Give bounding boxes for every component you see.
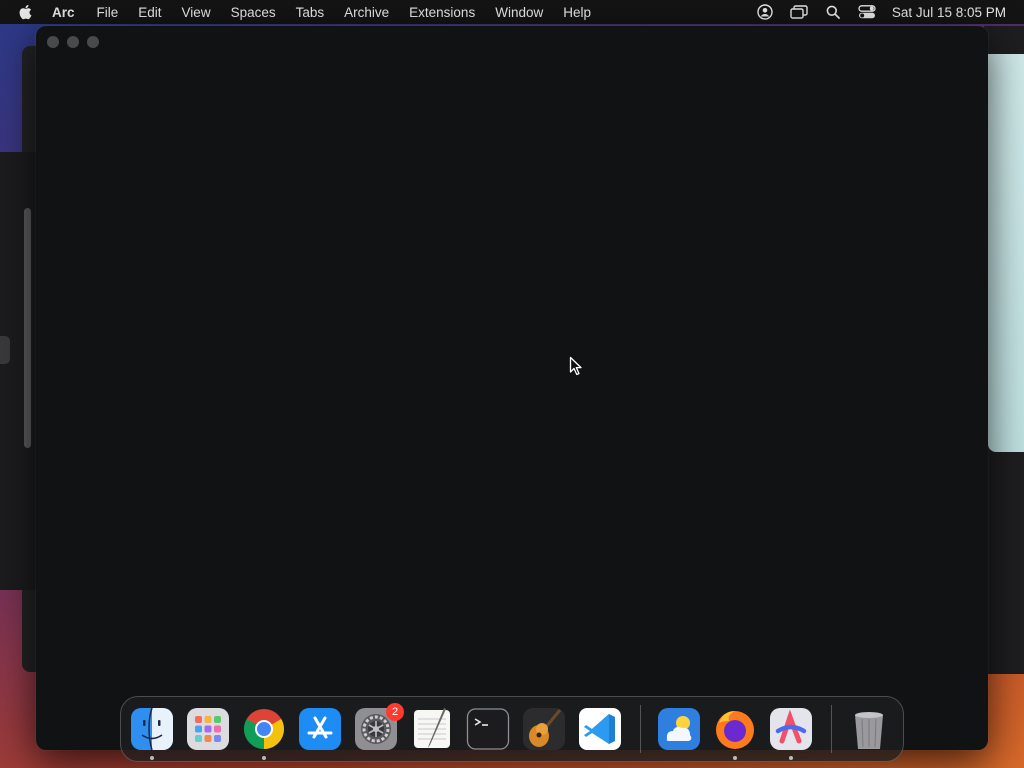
- screen-mirroring-icon[interactable]: [788, 3, 810, 21]
- menu-tabs[interactable]: Tabs: [296, 5, 325, 20]
- menu-bar: Arc File Edit View Spaces Tabs Archive E…: [0, 0, 1024, 24]
- arc-browser-window[interactable]: [36, 26, 988, 750]
- dock-app-weather[interactable]: [657, 707, 701, 751]
- dock-app-arc[interactable]: [769, 707, 813, 760]
- dock-app-vscode[interactable]: [578, 707, 622, 751]
- menu-extensions[interactable]: Extensions: [409, 5, 475, 20]
- dock-app-finder[interactable]: [130, 707, 174, 760]
- dock-app-system-settings[interactable]: 2: [354, 703, 404, 751]
- window-minimize-button[interactable]: [67, 36, 79, 48]
- window-controls: [47, 36, 107, 48]
- firefox-icon: [715, 711, 754, 749]
- dock-app-chrome[interactable]: [242, 707, 286, 760]
- garageband-icon: [523, 708, 565, 750]
- menu-bar-status-area: Sat Jul 15 8:05 PM: [742, 0, 1006, 24]
- menu-app-name[interactable]: Arc: [52, 5, 75, 20]
- user-account-icon[interactable]: [754, 3, 776, 21]
- spotlight-search-icon[interactable]: [822, 3, 844, 21]
- textedit-icon: [414, 708, 450, 748]
- background-window-scrollbar[interactable]: [24, 208, 31, 448]
- apple-logo-icon[interactable]: [18, 3, 34, 21]
- chrome-icon: [244, 709, 284, 749]
- finder-icon: [131, 707, 173, 751]
- control-center-icon[interactable]: [856, 3, 878, 21]
- app-store-icon: [299, 708, 341, 750]
- terminal-icon: [466, 708, 510, 750]
- dock-trash[interactable]: [847, 707, 891, 751]
- menu-archive[interactable]: Archive: [344, 5, 389, 20]
- menu-help[interactable]: Help: [563, 5, 591, 20]
- dock-app-textedit[interactable]: [410, 707, 454, 751]
- weather-icon: [657, 708, 700, 750]
- dock-app-garageband[interactable]: [522, 707, 566, 751]
- menu-edit[interactable]: Edit: [138, 5, 161, 20]
- menu-bar-clock[interactable]: Sat Jul 15 8:05 PM: [892, 5, 1006, 20]
- background-window-left-pane: [0, 152, 40, 590]
- dock-separator: [640, 705, 641, 753]
- menu-file[interactable]: File: [97, 5, 119, 20]
- menu-spaces[interactable]: Spaces: [231, 5, 276, 20]
- launchpad-icon: [187, 708, 229, 750]
- background-window-right-panel: [988, 54, 1024, 452]
- mouse-pointer-icon: [569, 356, 582, 376]
- menu-view[interactable]: View: [182, 5, 211, 20]
- running-indicator: [788, 756, 793, 760]
- window-zoom-button[interactable]: [87, 36, 99, 48]
- menu-window[interactable]: Window: [495, 5, 543, 20]
- dock: 2: [120, 696, 904, 762]
- running-indicator: [150, 756, 154, 760]
- background-window-tab[interactable]: [0, 336, 10, 364]
- running-indicator: [732, 756, 737, 760]
- vscode-icon: [579, 708, 621, 750]
- dock-app-firefox[interactable]: [713, 707, 757, 760]
- dock-app-app-store[interactable]: [298, 707, 342, 751]
- dock-app-launchpad[interactable]: [186, 707, 230, 751]
- arc-icon: [769, 708, 812, 750]
- running-indicator: [262, 756, 266, 760]
- window-close-button[interactable]: [47, 36, 59, 48]
- dock-app-terminal[interactable]: [466, 707, 510, 751]
- trash-icon: [855, 712, 883, 749]
- dock-separator: [830, 705, 831, 753]
- notification-badge: 2: [386, 703, 404, 721]
